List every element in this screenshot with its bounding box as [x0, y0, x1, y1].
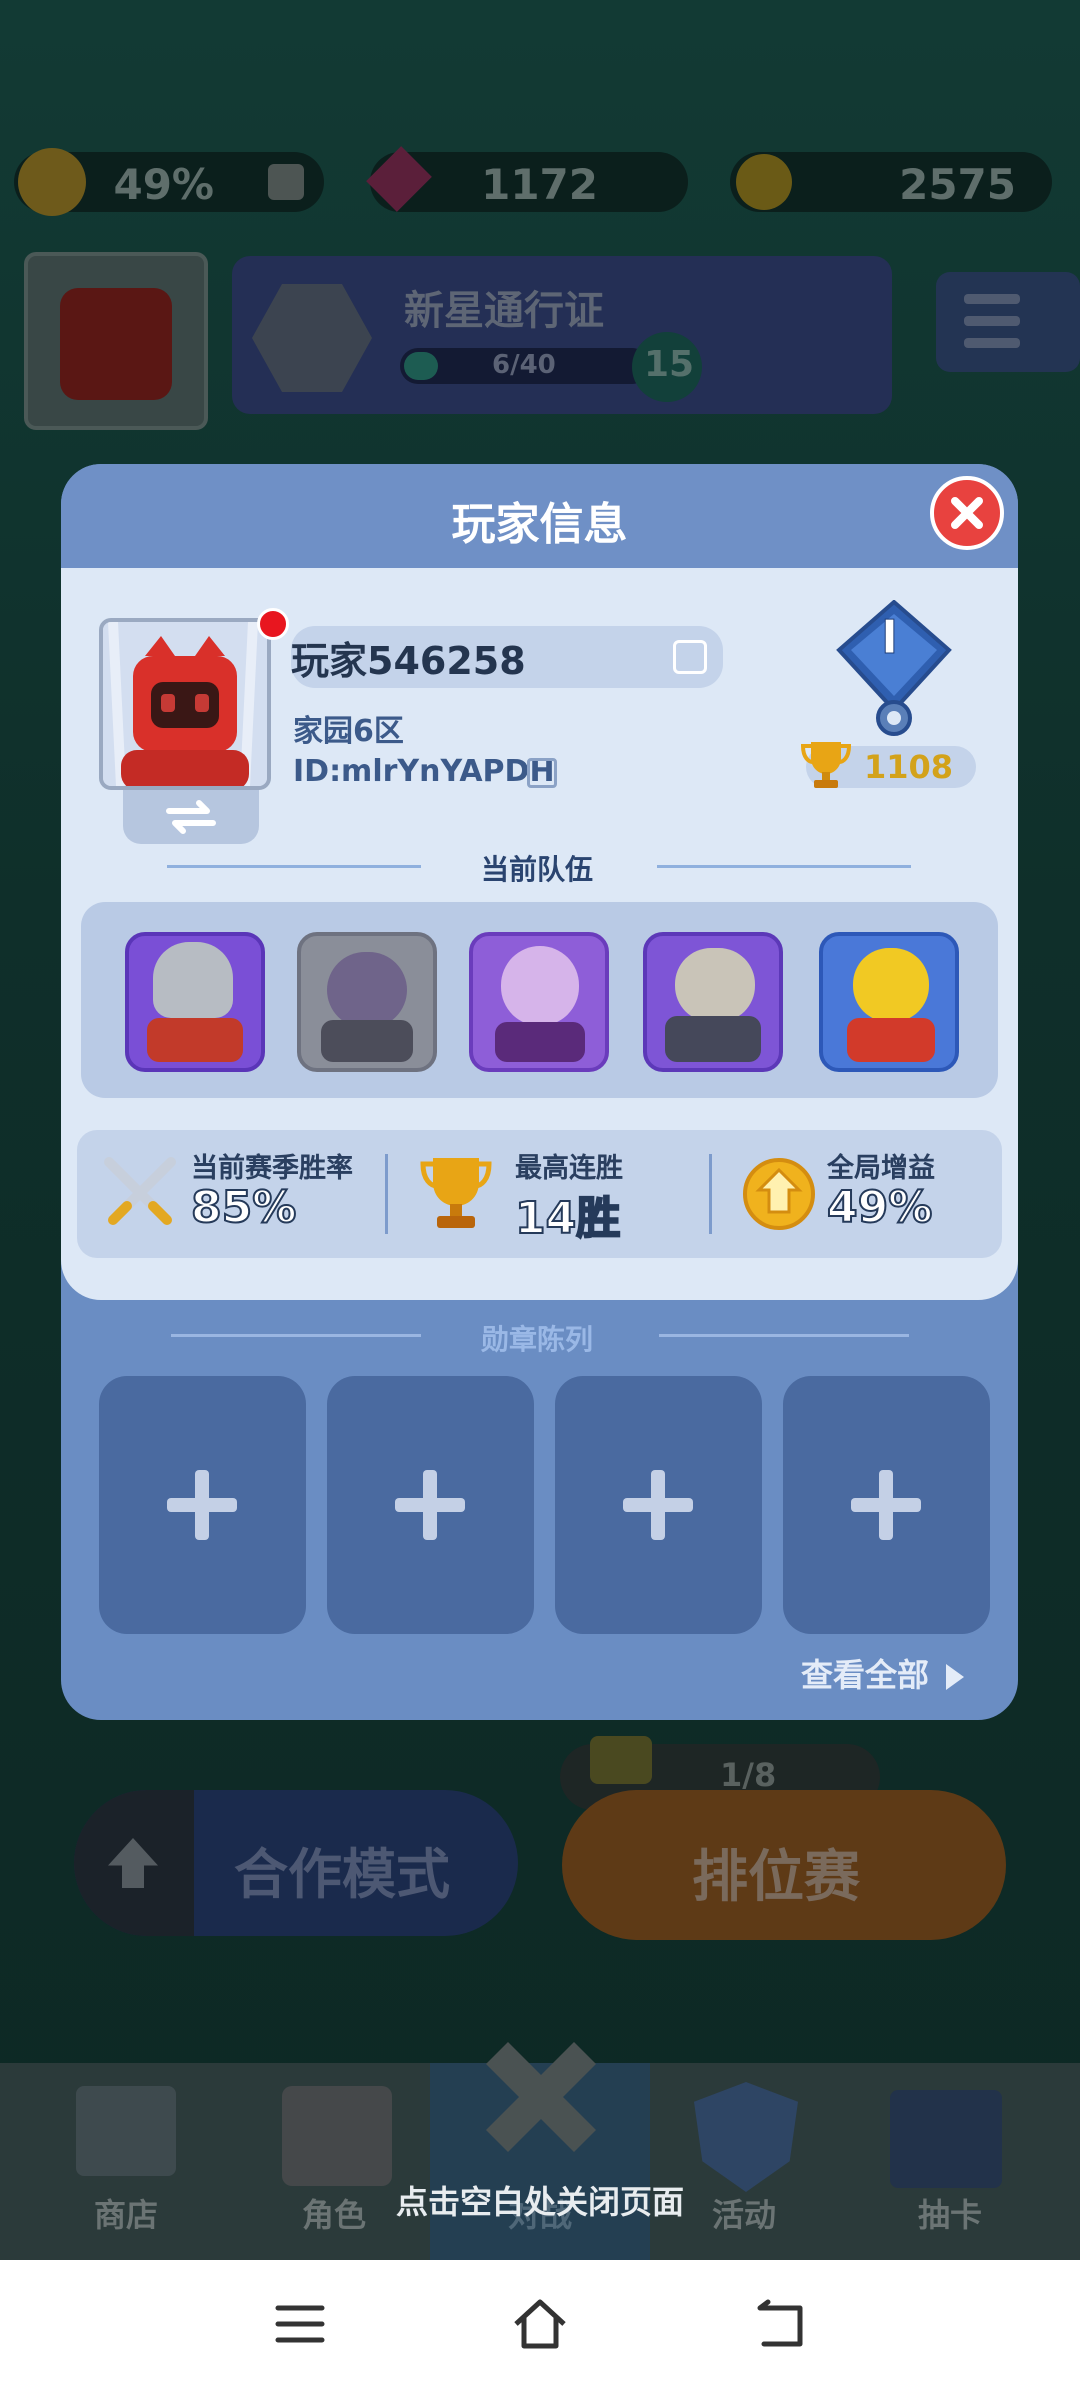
menu-button[interactable]	[936, 272, 1080, 372]
coin-resource: 2575	[730, 152, 1052, 212]
close-button[interactable]	[930, 476, 1004, 550]
global-boost-label: 全局增益	[827, 1153, 935, 1184]
home-nav-icon[interactable]	[510, 2294, 570, 2354]
ticket-count: 1/8	[720, 1756, 777, 1794]
ranked-mode-button[interactable]: 排位赛	[562, 1790, 1006, 1940]
ghost-hero[interactable]	[297, 932, 437, 1072]
max-streak-value: 14胜	[514, 1192, 621, 1245]
player-info-modal: 玩家信息 玩家546258 家园6区 ID:mlrYnYAPDH I 1108 …	[61, 464, 1018, 1720]
notification-dot	[257, 608, 289, 640]
swords-icon	[104, 1157, 176, 1225]
coin-value: 2575	[899, 160, 1016, 209]
pass-title: 新星通行证	[404, 288, 604, 334]
gacha-card-icon	[890, 2090, 1002, 2188]
divider-left	[171, 1334, 421, 1337]
character-icon	[282, 2086, 392, 2186]
player-name: 玩家546258	[291, 639, 526, 683]
edit-name-icon[interactable]	[673, 640, 707, 674]
team-panel	[81, 902, 998, 1098]
avatar-character	[60, 288, 172, 400]
modal-title: 玩家信息	[451, 499, 628, 550]
view-all-label: 查看全部	[801, 1656, 930, 1694]
rank-numeral: I	[880, 610, 899, 665]
coin-icon	[736, 154, 792, 210]
play-arrow-icon	[946, 1664, 965, 1690]
stat-divider	[385, 1154, 388, 1234]
knight-helmet	[153, 942, 233, 1018]
knight-hero[interactable]	[125, 932, 265, 1072]
ranked-mode-label: 排位赛	[692, 1845, 860, 1910]
witch-hero[interactable]	[469, 932, 609, 1072]
win-rate-label: 当前赛季胜率	[191, 1153, 353, 1184]
divider-right	[659, 1334, 909, 1337]
armored-hero[interactable]	[643, 932, 783, 1072]
player-server: 家园6区	[293, 714, 404, 749]
player-id: ID:mlrYnYAPDH	[293, 754, 555, 789]
boost-icon	[743, 1158, 815, 1230]
stats-panel: 当前赛季胜率 85% 最高连胜 14胜 全局增益 49%	[77, 1130, 1002, 1258]
badge-slot[interactable]	[783, 1376, 990, 1634]
pass-level-badge: 15	[632, 332, 702, 402]
badges-section-label: 勋章陈列	[481, 1323, 594, 1356]
spartan-hero[interactable]	[819, 932, 959, 1072]
pass-progress-fill	[404, 352, 438, 380]
ticket-icon	[590, 1736, 652, 1784]
pass-banner[interactable]: 新星通行证 6/40 15	[232, 256, 892, 414]
win-rate-value: 85%	[190, 1181, 297, 1234]
badge-slot[interactable]	[327, 1376, 534, 1634]
player-avatar[interactable]	[99, 618, 271, 790]
pass-level: 15	[644, 344, 695, 385]
coop-mode-button[interactable]: 合作模式	[74, 1790, 518, 1936]
swap-icon	[166, 800, 216, 834]
divider-right	[657, 865, 911, 868]
back-nav-icon[interactable]	[750, 2294, 810, 2354]
close-icon	[951, 497, 983, 529]
player-avatar-button[interactable]	[24, 252, 208, 430]
boost-resource: 49%	[14, 148, 324, 216]
swap-avatar-button[interactable]	[123, 790, 259, 844]
pass-progress-bar: 6/40	[400, 348, 650, 384]
view-all-button[interactable]: 查看全部	[801, 1650, 965, 1696]
global-boost-value: 49%	[826, 1181, 933, 1234]
max-streak-label: 最高连胜	[515, 1153, 623, 1184]
stat-divider	[709, 1154, 712, 1234]
trophy-cup-icon	[420, 1158, 492, 1228]
avatar-robot-icon	[103, 622, 267, 786]
pass-emblem-icon	[252, 284, 372, 392]
menu-nav-icon[interactable]	[270, 2294, 330, 2354]
badge-slot[interactable]	[99, 1376, 306, 1634]
gem-resource: 1172	[366, 146, 688, 212]
pass-progress-text: 6/40	[492, 350, 556, 380]
copy-id-icon[interactable]	[527, 758, 557, 788]
coop-mode-label: 合作模式	[234, 1843, 450, 1906]
trophy-count: 1108	[864, 748, 954, 786]
gem-value: 1172	[481, 160, 598, 209]
menu-icon	[964, 294, 1020, 304]
badge-slot[interactable]	[555, 1376, 762, 1634]
team-section-label: 当前队伍	[481, 853, 594, 886]
close-hint-text: 点击空白处关闭页面	[395, 2183, 684, 2221]
shop-icon	[76, 2086, 176, 2176]
divider-left	[167, 865, 421, 868]
boost-value: 49%	[113, 160, 214, 209]
boost-icon	[18, 148, 86, 216]
trophy-icon	[801, 742, 851, 788]
player-card: 玩家546258 家园6区 ID:mlrYnYAPDH I 1108 当前队伍	[61, 568, 1018, 1300]
info-icon[interactable]	[268, 164, 304, 200]
